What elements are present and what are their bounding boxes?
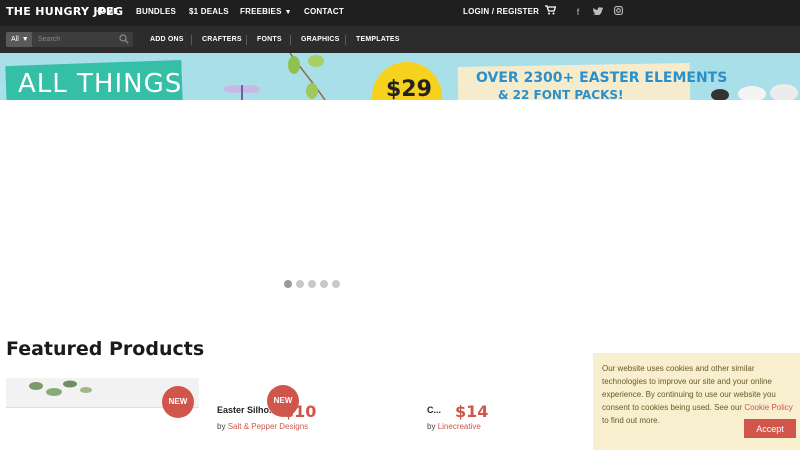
banner-promo-line-1: OVER 2300+ EASTER ELEMENTS xyxy=(476,70,728,86)
product-author: by Salt & Pepper Designs xyxy=(217,422,308,431)
product-name[interactable]: C... xyxy=(427,405,441,415)
author-link[interactable]: Linecreative xyxy=(438,422,481,431)
subnav-graphics[interactable]: GRAPHICS xyxy=(301,36,340,43)
banner-promo-line-2: & 22 FONT PACKS! xyxy=(498,88,624,100)
featured-products-title: Featured Products xyxy=(6,338,205,360)
dragonfly-icon xyxy=(224,85,260,100)
branch-illustration-icon xyxy=(288,53,326,100)
slider-dot[interactable] xyxy=(320,280,328,288)
twitter-icon[interactable] xyxy=(591,5,605,19)
subnav-add-ons[interactable]: ADD ONS xyxy=(150,36,184,43)
cart-icon[interactable] xyxy=(543,5,557,19)
by-label: by xyxy=(217,422,226,431)
subnav-templates[interactable]: TEMPLATES xyxy=(356,36,400,43)
divider xyxy=(246,35,247,45)
login-register-link[interactable]: LOGIN / REGISTER xyxy=(463,7,539,16)
promo-banner[interactable]: ALL THINGS $29 OVER 2300+ EASTER ELEMENT… xyxy=(0,53,800,100)
search-box: All ▼ xyxy=(6,32,133,47)
author-link[interactable]: Salt & Pepper Designs xyxy=(228,422,309,431)
banner-price: $29 xyxy=(386,77,432,100)
nav-freebies-label: FREEBIES xyxy=(240,7,282,16)
by-label: by xyxy=(427,422,436,431)
search-category-select[interactable]: All ▼ xyxy=(6,32,32,47)
search-category-label: All xyxy=(11,36,19,43)
divider xyxy=(290,35,291,45)
slider-dot[interactable] xyxy=(332,280,340,288)
cookie-policy-link[interactable]: Cookie Policy xyxy=(744,403,792,412)
new-badge: NEW xyxy=(162,386,194,418)
accept-cookies-button[interactable]: Accept xyxy=(744,419,796,438)
slider-dot[interactable] xyxy=(284,280,292,288)
nav-bundles[interactable]: BUNDLES xyxy=(136,7,176,16)
eggs-illustration-icon xyxy=(711,84,798,100)
chevron-down-icon: ▼ xyxy=(21,36,29,43)
subnav-crafters[interactable]: CRAFTERS xyxy=(202,36,242,43)
product-price: $14 xyxy=(455,402,489,421)
slider-dot[interactable] xyxy=(308,280,316,288)
chevron-down-icon: ▼ xyxy=(284,9,292,16)
nav-dollar-deals[interactable]: $1 DEALS xyxy=(189,7,229,16)
subnav-fonts[interactable]: FONTS xyxy=(257,36,282,43)
cookie-text-end: to find out more. xyxy=(602,416,660,425)
banner-sign-text: ALL THINGS xyxy=(18,69,183,99)
nav-contact[interactable]: CONTACT xyxy=(304,7,344,16)
category-bar: All▼ ADD ONS CRAFTERS FONTS GRAPHICS TEM… xyxy=(0,26,800,53)
top-navigation-bar: THE HUNGRY JPEG HOME BUNDLES $1 DEALS FR… xyxy=(0,0,800,26)
facebook-icon[interactable]: f xyxy=(571,5,585,19)
slider-dot[interactable] xyxy=(296,280,304,288)
search-input[interactable] xyxy=(34,32,118,47)
instagram-icon[interactable] xyxy=(611,5,625,19)
new-badge: NEW xyxy=(267,385,299,417)
divider xyxy=(345,35,346,45)
nav-freebies[interactable]: FREEBIES ▼ xyxy=(240,7,292,16)
cookie-text: Our website uses cookies and other simil… xyxy=(602,362,798,427)
search-icon[interactable] xyxy=(119,34,129,44)
divider xyxy=(191,35,192,45)
product-author: by Linecreative xyxy=(427,422,481,431)
nav-home[interactable]: HOME xyxy=(94,7,119,16)
